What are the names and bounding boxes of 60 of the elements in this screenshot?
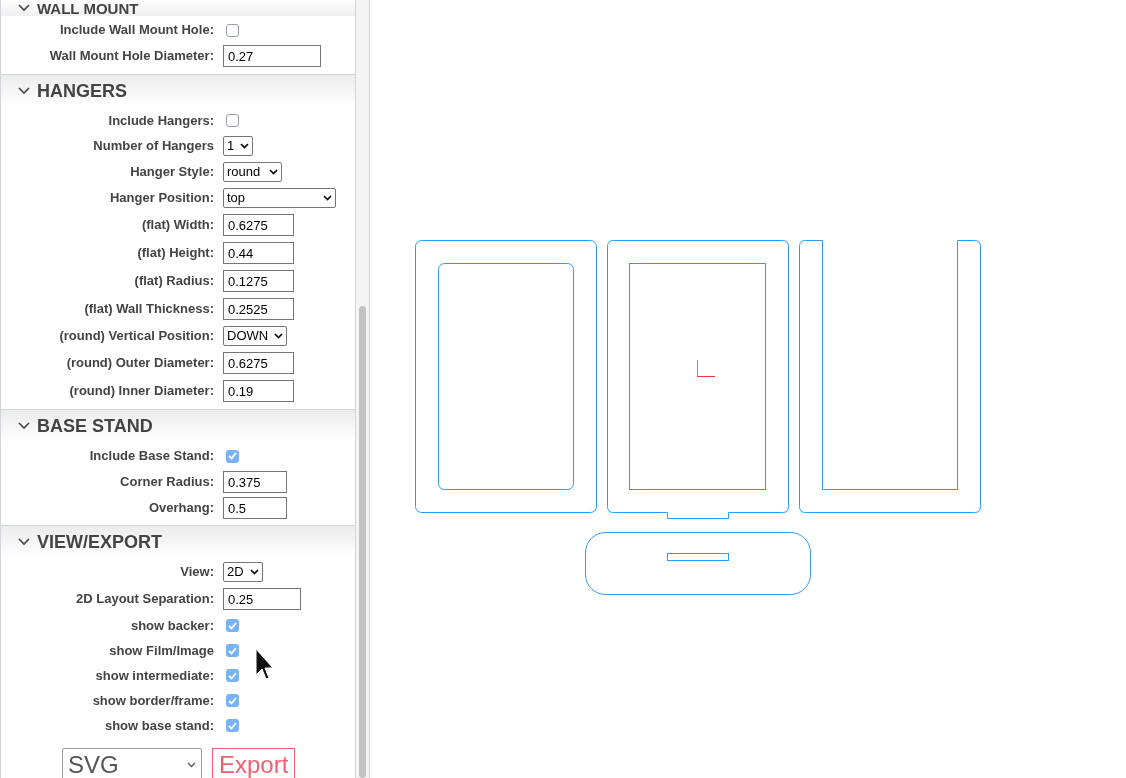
section-header[interactable]: WALL MOUNT [1, 0, 355, 16]
field-label: Hanger Style: [129, 163, 215, 182]
caret-icon [269, 169, 278, 175]
caret-icon [187, 761, 196, 768]
text-input[interactable]: 0.6275 [223, 214, 294, 236]
text-input[interactable]: 0.2525 [223, 298, 294, 320]
dropdown[interactable]: 1 [223, 136, 253, 156]
checkbox[interactable] [226, 669, 239, 682]
checkbox[interactable] [226, 619, 239, 632]
caret-icon [274, 333, 283, 339]
field-label: (round) Outer Diameter: [65, 354, 215, 373]
field-label: show base stand: [103, 716, 215, 735]
field-label: Hanger Position: [109, 189, 215, 208]
field-label: (flat) Width: [140, 216, 215, 235]
dropdown[interactable]: 2D [223, 562, 263, 582]
caret-icon [323, 195, 332, 201]
text-input[interactable]: 0.27 [223, 45, 321, 67]
caret-icon [250, 569, 259, 575]
section-title: WALL MOUNT [37, 0, 139, 16]
text-input[interactable]: 0.44 [223, 242, 294, 264]
dropdown[interactable]: DOWN [223, 326, 287, 346]
field-label: View: [179, 563, 215, 582]
field-label: (flat) Radius: [133, 272, 215, 291]
format-dropdown[interactable]: SVG [62, 748, 202, 778]
field-label: Include Hangers: [107, 111, 215, 130]
checkbox[interactable] [226, 114, 239, 127]
field-label: (round) Inner Diameter: [68, 382, 215, 401]
mouse-pointer-icon [255, 648, 275, 682]
scrollbar-thumb[interactable] [359, 306, 366, 778]
text-input[interactable]: 0.5 [223, 497, 287, 519]
field-label: show intermediate: [94, 666, 215, 685]
field-label: Corner Radius: [119, 473, 215, 492]
field-label: Wall Mount Hole Diameter: [48, 47, 215, 66]
dropdown[interactable]: round [223, 162, 282, 182]
checkbox[interactable] [226, 644, 239, 657]
section-title: BASE STAND [37, 416, 153, 435]
section-title: HANGERS [37, 81, 127, 100]
checkbox[interactable] [226, 694, 239, 707]
field-label: (round) Vertical Position: [58, 327, 215, 346]
field-label: Include Wall Mount Hole: [58, 21, 215, 40]
text-input[interactable]: 0.19 [223, 380, 294, 402]
field-label: 2D Layout Separation: [75, 590, 215, 609]
caret-icon [240, 143, 249, 149]
text-input[interactable]: 0.1275 [223, 270, 294, 292]
text-input[interactable]: 0.25 [223, 588, 301, 610]
section-title: VIEW/EXPORT [37, 532, 162, 551]
checkbox[interactable] [226, 449, 239, 463]
field-label: show backer: [129, 616, 215, 635]
field-label: Include Base Stand: [88, 447, 215, 466]
text-input[interactable]: 0.6275 [223, 352, 294, 374]
field-label: (flat) Height: [136, 244, 215, 263]
field-label: (flat) Wall Thickness: [83, 300, 215, 319]
checkbox[interactable] [226, 23, 239, 37]
field-label: Overhang: [148, 499, 215, 518]
field-label: Number of Hangers [92, 137, 215, 156]
text-input[interactable]: 0.375 [223, 471, 287, 493]
field-label: show Film/Image [108, 641, 215, 660]
field-label: show border/frame: [91, 691, 215, 710]
checkbox[interactable] [226, 719, 239, 732]
dropdown[interactable]: top [223, 188, 336, 208]
